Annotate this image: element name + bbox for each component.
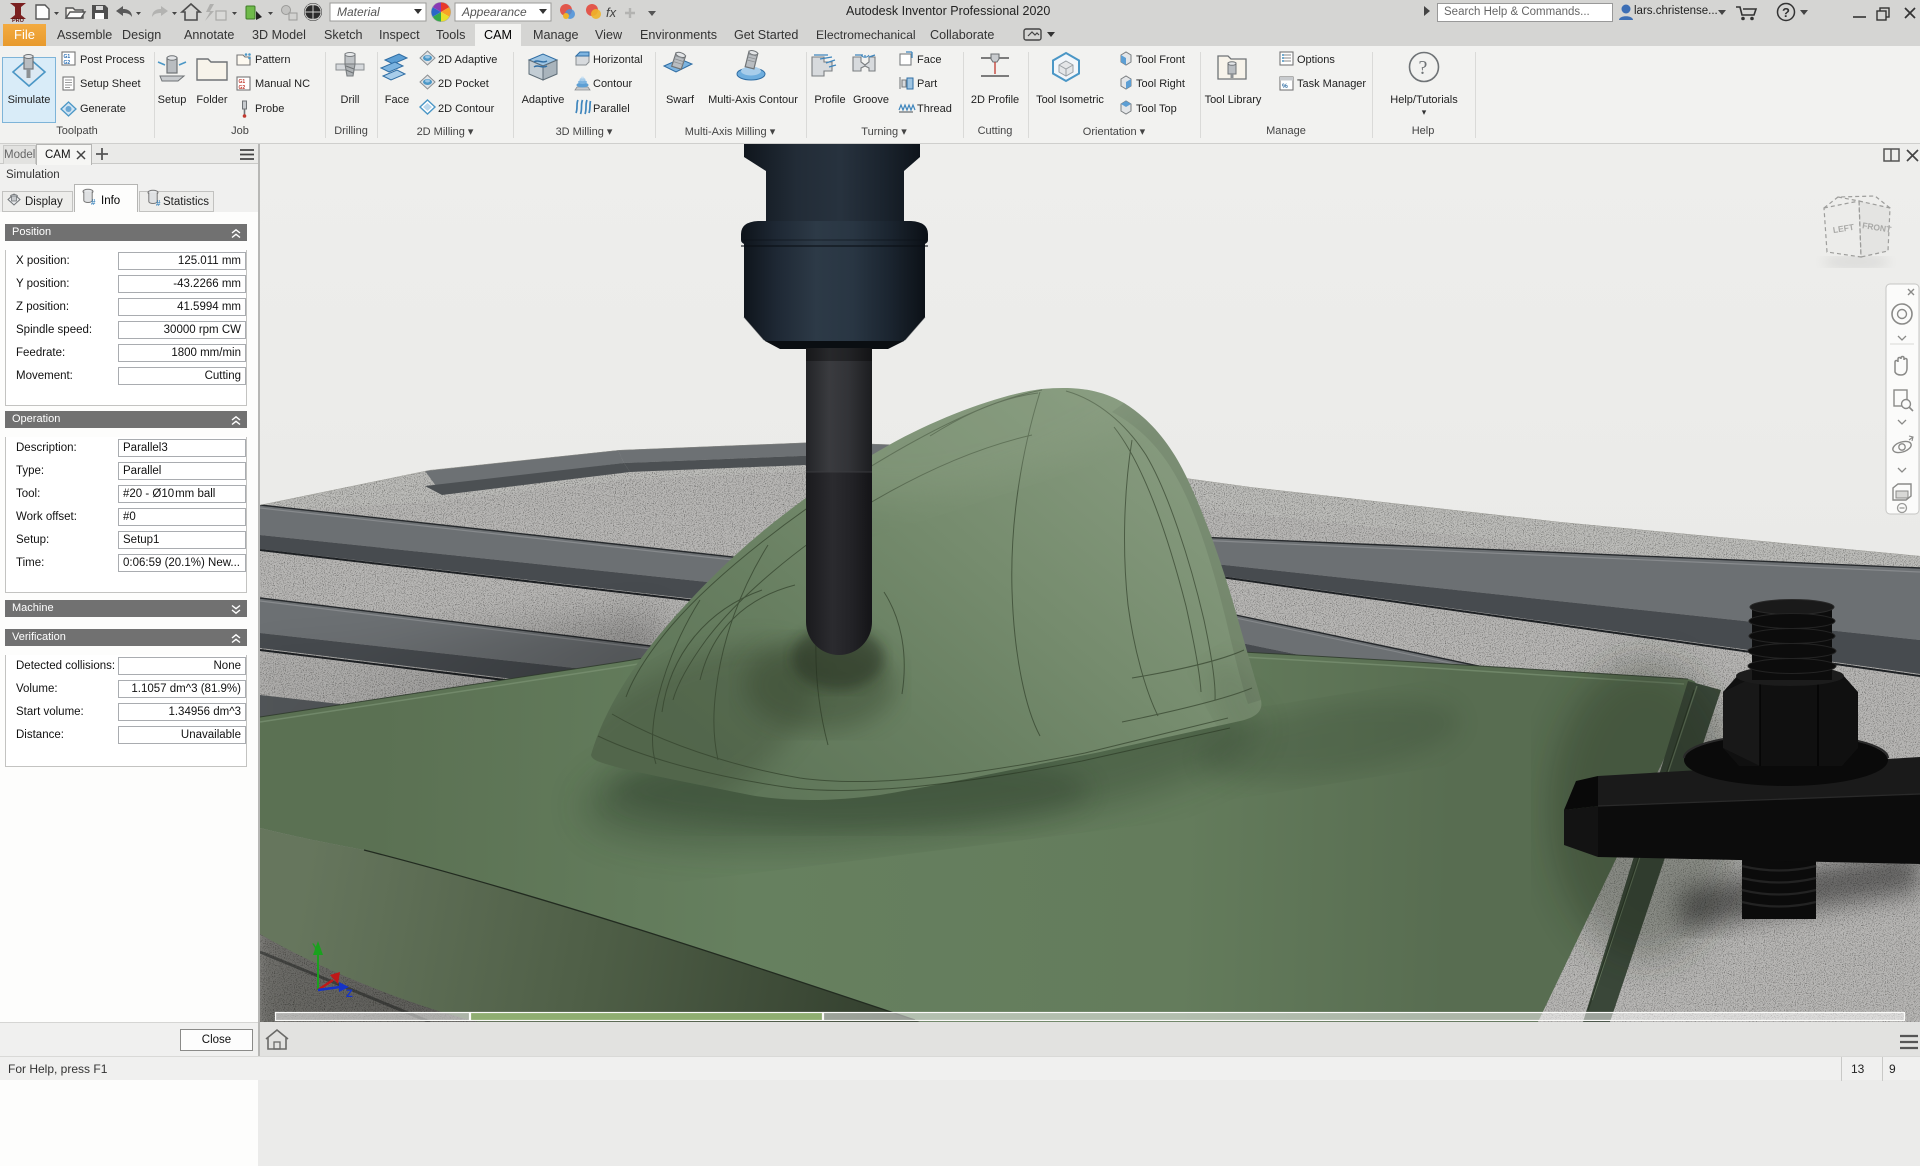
svg-text:#: # <box>91 198 96 207</box>
svg-text:fx: fx <box>606 5 617 20</box>
svg-text:?: ? <box>1782 5 1790 20</box>
svg-text:G2: G2 <box>64 60 71 66</box>
svg-text:#: # <box>156 199 161 208</box>
svg-text:G2: G2 <box>239 85 246 91</box>
svg-text:%: % <box>1282 83 1288 90</box>
svg-text:Appearance: Appearance <box>461 5 527 19</box>
svg-text:Y: Y <box>312 942 320 954</box>
svg-text:Z: Z <box>346 988 353 1000</box>
svg-text:Material: Material <box>337 5 380 19</box>
svg-text:?: ? <box>1419 57 1428 79</box>
